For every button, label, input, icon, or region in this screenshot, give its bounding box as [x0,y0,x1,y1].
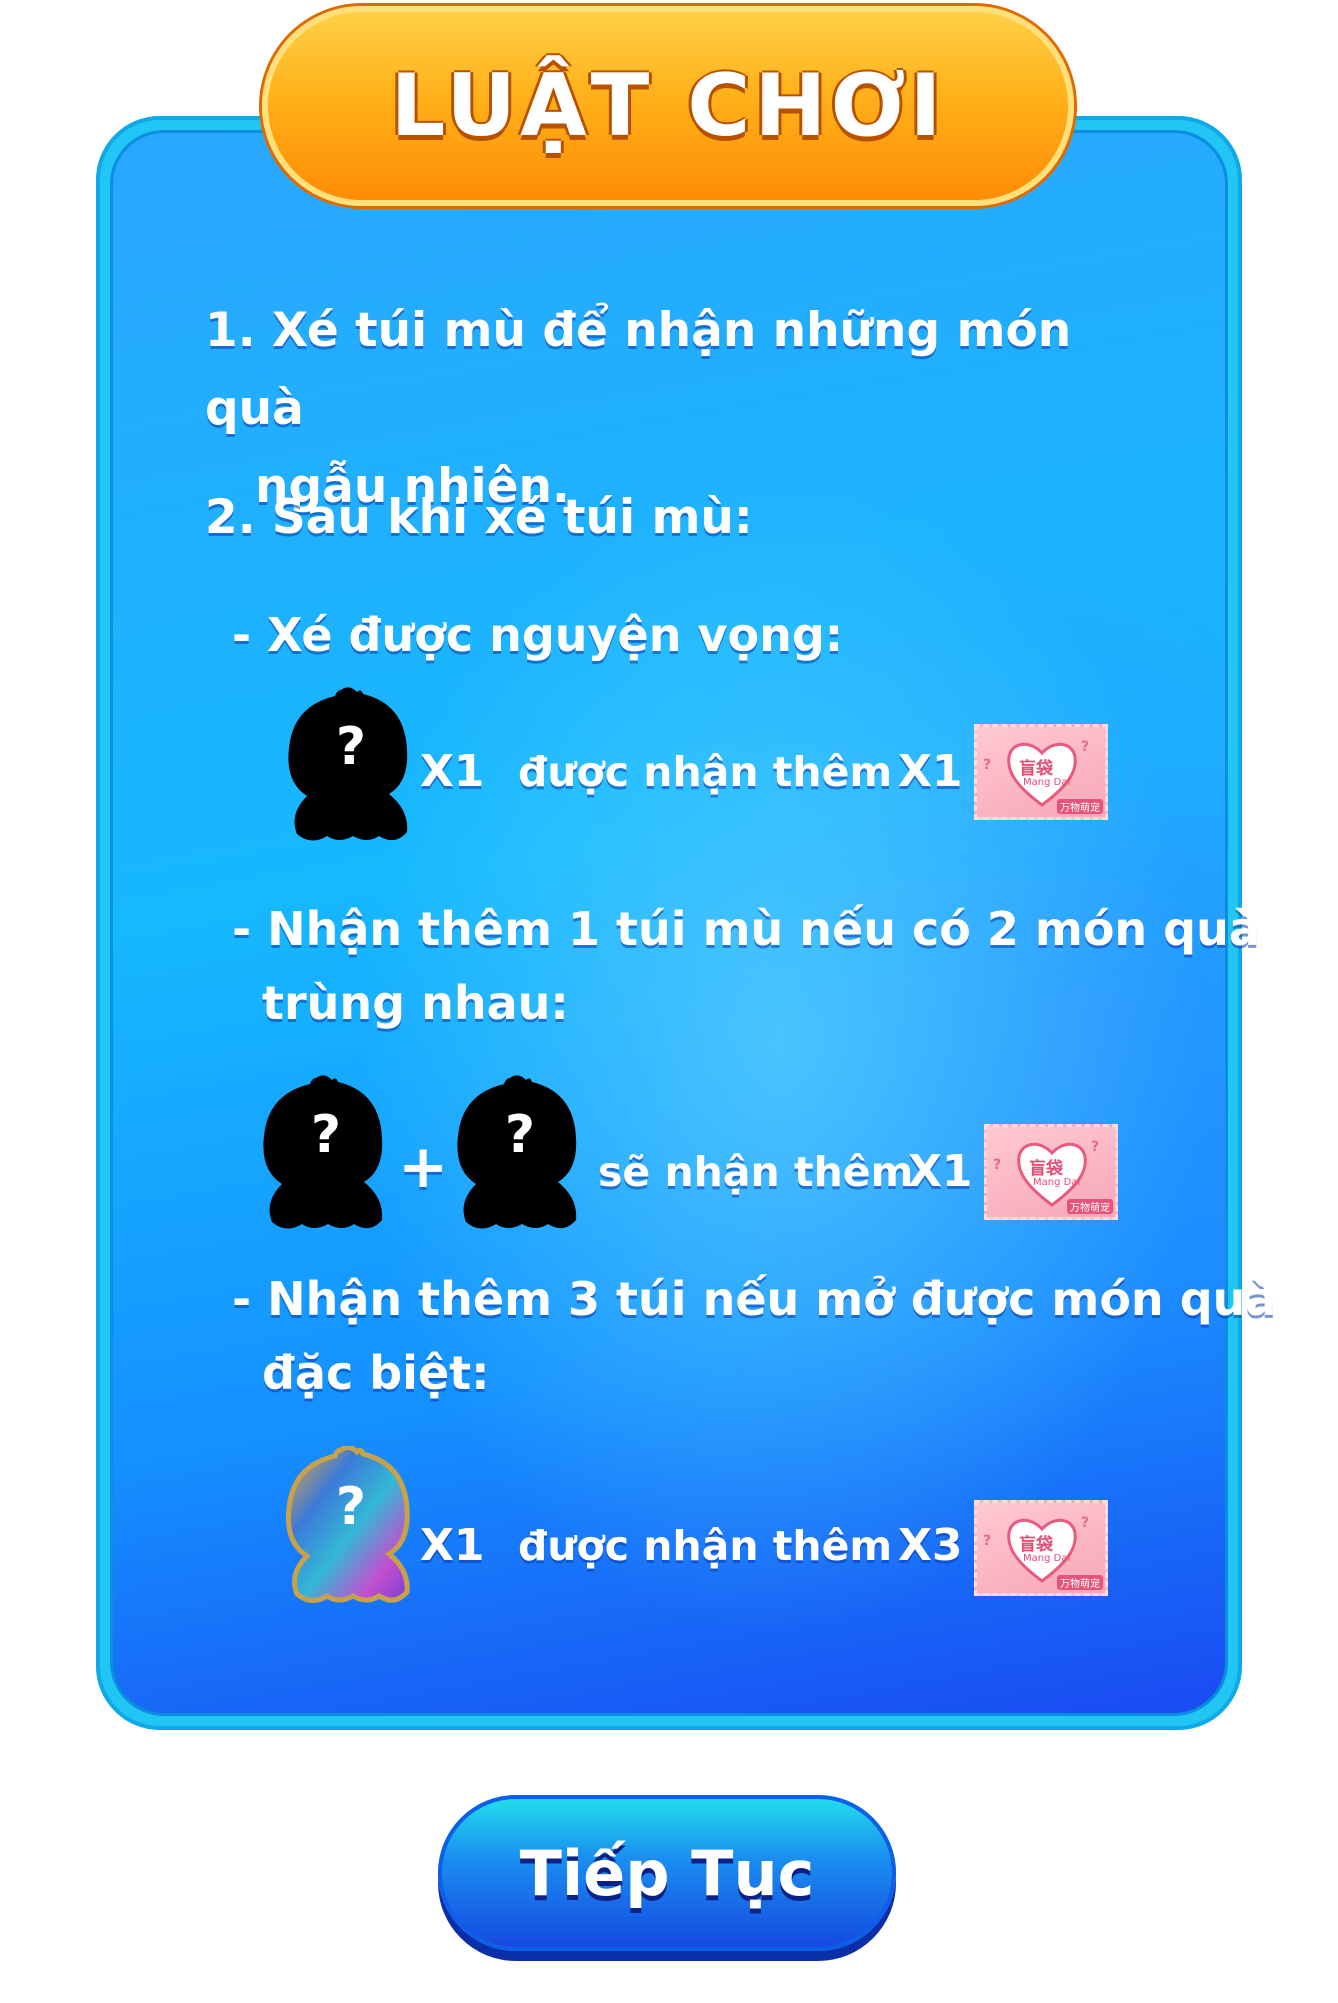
row1-reward-count: X1 [898,746,963,797]
bag-mark: ? [1081,1515,1090,1531]
row2-reward-count: X1 [908,1146,973,1197]
bag-label-cn: 盲袋 [1019,759,1053,779]
bag-mark: ? [993,1157,1002,1173]
mystery-figure-icon: ? [457,1075,577,1229]
title-badge: LUẬT CHƠI [262,6,1074,206]
mystery-mark: ? [336,717,366,777]
rule-2: 2. Sau khi xé túi mù: [205,490,753,545]
mystery-mark: ? [505,1105,535,1165]
bag-mark: ? [1091,1139,1100,1155]
rule-1-line-1: 1. Xé túi mù để nhận những món quà [205,303,1072,436]
bag-label-cn: 盲袋 [1029,1159,1063,1179]
special-mystery-figure-icon: ? [285,1446,410,1603]
bag-label-en: Mang Dai [1023,1553,1071,1564]
mystery-figure-icon: ? [288,687,408,841]
bag-label-tag: 万物萌宠 [1067,1199,1113,1214]
sub-rule-wish: - Xé được nguyện vọng: [232,608,844,662]
row1-text: được nhận thêm [518,748,893,796]
continue-button-label: Tiếp Tục [519,1836,815,1910]
row3-reward-count: X3 [898,1520,963,1571]
sub-rule-special: - Nhận thêm 3 túi nếu mở được món quà đặ… [232,1262,1276,1410]
bag-label-cn: 盲袋 [1019,1535,1053,1555]
row3-text: được nhận thêm [518,1522,893,1570]
continue-button[interactable]: Tiếp Tục [438,1795,896,1951]
sub-rule-duplicate: - Nhận thêm 1 túi mù nếu có 2 món quà tr… [232,892,1260,1040]
blind-bag-icon: 盲袋 Mang Dai 万物萌宠 ? ? [974,724,1108,820]
page-title: LUẬT CHƠI [390,56,946,156]
blind-bag-icon: 盲袋 Mang Dai 万物萌宠 ? ? [974,1500,1108,1596]
row1-count: X1 [420,746,485,797]
bag-mark: ? [983,757,992,773]
sub3-line-2: đặc biệt: [262,1346,490,1400]
bag-label-en: Mang Dai [1033,1177,1081,1188]
plus-sign: + [398,1132,449,1202]
mystery-figure-icon: ? [263,1075,383,1229]
sub3-line-1: - Nhận thêm 3 túi nếu mở được món quà [232,1272,1277,1326]
mystery-mark: ? [336,1477,366,1537]
mystery-mark: ? [311,1105,341,1165]
sub2-line-2: trùng nhau: [262,976,569,1030]
bag-label-tag: 万物萌宠 [1057,1575,1103,1590]
row3-count: X1 [420,1520,485,1571]
bag-label-tag: 万物萌宠 [1057,799,1103,814]
blind-bag-icon: 盲袋 Mang Dai 万物萌宠 ? ? [984,1124,1118,1220]
bag-label-en: Mang Dai [1023,777,1071,788]
sub2-line-1: - Nhận thêm 1 túi mù nếu có 2 món quà [232,902,1260,956]
bag-mark: ? [1081,739,1090,755]
bag-mark: ? [983,1533,992,1549]
row2-text: sẽ nhận thêm [598,1148,914,1196]
